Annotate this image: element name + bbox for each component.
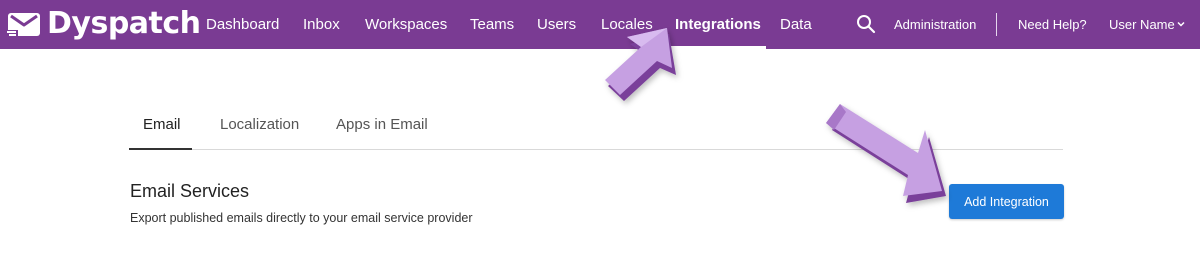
top-navigation-bar: Dyspatch Dashboard Inbox Workspaces Team… (0, 0, 1200, 49)
active-nav-indicator (666, 46, 766, 49)
tab-email[interactable]: Email (143, 116, 181, 133)
nav-item-users[interactable]: Users (537, 0, 576, 49)
envelope-logo-icon (6, 13, 40, 38)
user-menu[interactable]: User Name (1109, 0, 1175, 49)
section-description: Export published emails directly to your… (130, 211, 473, 225)
need-help-link[interactable]: Need Help? (1018, 0, 1087, 49)
nav-item-inbox[interactable]: Inbox (303, 0, 340, 49)
search-icon[interactable] (856, 14, 876, 34)
brand-name: Dyspatch (47, 6, 201, 41)
nav-item-locales[interactable]: Locales (601, 0, 653, 49)
nav-divider (996, 13, 997, 36)
nav-item-workspaces[interactable]: Workspaces (365, 0, 447, 49)
nav-item-dashboard[interactable]: Dashboard (206, 0, 279, 49)
administration-link[interactable]: Administration (894, 0, 976, 49)
pointer-arrow-add-integration (826, 104, 946, 203)
nav-item-data[interactable]: Data (780, 0, 812, 49)
active-tab-indicator (129, 148, 192, 150)
tab-apps-in-email[interactable]: Apps in Email (336, 116, 428, 133)
section-title: Email Services (130, 181, 250, 201)
chevron-down-icon[interactable] (1176, 19, 1186, 29)
dyspatch-logo[interactable]: Dyspatch (6, 7, 201, 41)
nav-item-integrations[interactable]: Integrations (675, 0, 761, 49)
nav-item-teams[interactable]: Teams (470, 0, 514, 49)
add-integration-button[interactable]: Add Integration (949, 184, 1064, 219)
tab-localization[interactable]: Localization (220, 116, 299, 133)
tabs-divider (129, 149, 1063, 150)
